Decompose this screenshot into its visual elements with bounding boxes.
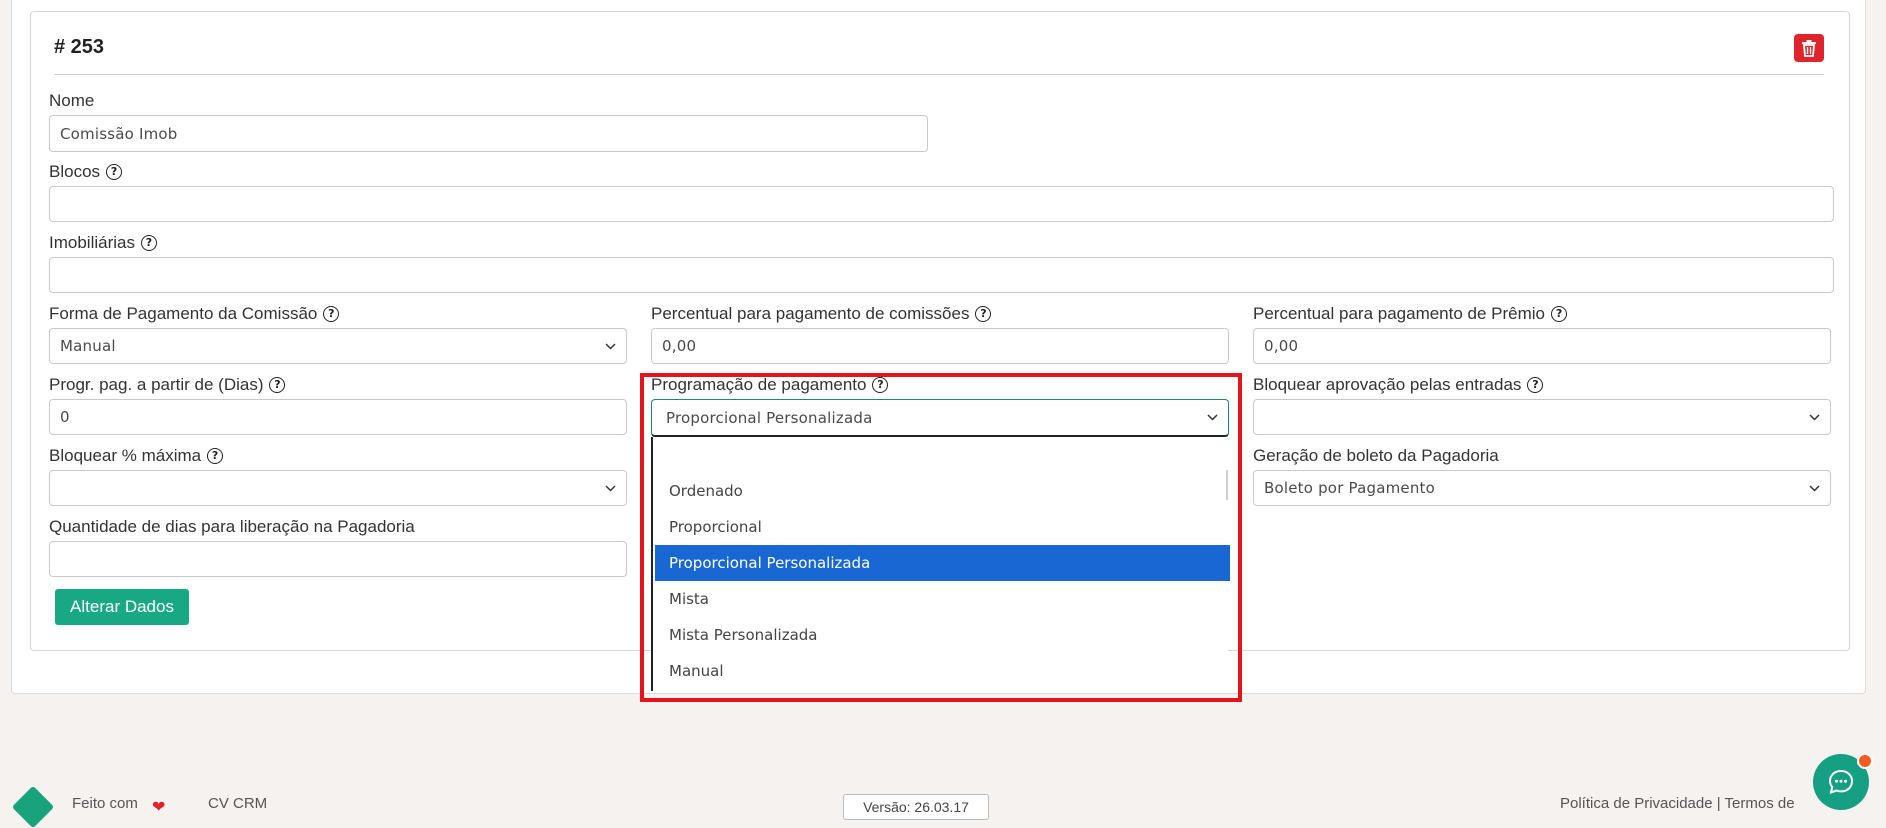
- progr-pag-label: Progr. pag. a partir de (Dias) ?: [49, 375, 286, 395]
- progr-pag-input[interactable]: 0: [49, 399, 627, 435]
- nome-input[interactable]: Comissão Imob: [49, 115, 928, 152]
- percentual-premio-input[interactable]: 0,00: [1253, 328, 1831, 364]
- percentual-premio-label: Percentual para pagamento de Prêmio ?: [1253, 304, 1568, 324]
- option-proporcional-personalizada[interactable]: Proporcional Personalizada: [655, 545, 1230, 581]
- delete-button[interactable]: [1794, 34, 1824, 62]
- qtd-dias-label: Quantidade de dias para liberação na Pag…: [49, 517, 415, 536]
- question-circle-icon[interactable]: ?: [1527, 377, 1544, 393]
- imobiliarias-input[interactable]: [49, 257, 1834, 293]
- imobiliarias-label: Imobiliárias ?: [49, 233, 157, 253]
- footer-made-with: Feito com: [72, 795, 138, 812]
- option-mista[interactable]: Mista: [655, 581, 1230, 617]
- option-manual[interactable]: Manual: [655, 653, 1230, 689]
- footer-links[interactable]: Política de Privacidade | Termos de: [1560, 795, 1795, 812]
- question-circle-icon[interactable]: ?: [872, 377, 889, 393]
- notification-dot: [1857, 753, 1873, 769]
- chevron-down-icon: [1808, 482, 1820, 494]
- chevron-down-icon: [1206, 412, 1218, 424]
- question-circle-icon[interactable]: ?: [140, 235, 157, 251]
- option-proporcional[interactable]: Proporcional: [655, 509, 1230, 545]
- question-circle-icon[interactable]: ?: [975, 306, 992, 322]
- bloquear-maxima-label: Bloquear % máxima ?: [49, 446, 224, 466]
- geracao-boleto-select[interactable]: Boleto por Pagamento: [1253, 470, 1831, 506]
- programacao-pagamento-select[interactable]: Proporcional Personalizada: [651, 399, 1229, 437]
- nome-label: Nome: [49, 91, 95, 110]
- chat-icon: [1828, 769, 1854, 795]
- question-circle-icon[interactable]: ?: [1551, 306, 1568, 322]
- forma-pagamento-select[interactable]: Manual: [49, 328, 627, 364]
- option-empty[interactable]: [655, 437, 1230, 473]
- forma-pagamento-label: Forma de Pagamento da Comissão ?: [49, 304, 340, 324]
- blocos-input[interactable]: [49, 186, 1834, 222]
- bloquear-aprovacao-label: Bloquear aprovação pelas entradas ?: [1253, 375, 1544, 395]
- qtd-dias-input[interactable]: [49, 541, 627, 577]
- alterar-dados-button[interactable]: Alterar Dados: [55, 589, 189, 625]
- percentual-comissoes-input[interactable]: 0,00: [651, 328, 1229, 364]
- question-circle-icon[interactable]: ?: [106, 164, 123, 180]
- percentual-comissoes-label: Percentual para pagamento de comissões ?: [651, 304, 992, 324]
- trash-icon: [1802, 40, 1816, 57]
- programacao-pagamento-label: Programação de pagamento ?: [651, 375, 889, 395]
- option-ordenado[interactable]: Ordenado: [655, 473, 1230, 509]
- divider: [54, 74, 1824, 75]
- options-scrollbar[interactable]: [1226, 470, 1228, 500]
- bloquear-aprovacao-select[interactable]: [1253, 399, 1831, 435]
- version-badge: Versão: 26.03.17: [843, 794, 989, 820]
- logo: [11, 785, 55, 828]
- option-mista-personalizada[interactable]: Mista Personalizada: [655, 617, 1230, 653]
- question-circle-icon[interactable]: ?: [269, 377, 286, 393]
- question-circle-icon[interactable]: ?: [323, 306, 340, 322]
- blocos-label: Blocos ?: [49, 162, 123, 182]
- geracao-boleto-label: Geração de boleto da Pagadoria: [1253, 446, 1499, 465]
- chevron-down-icon: [604, 482, 616, 494]
- bloquear-maxima-select[interactable]: [49, 470, 627, 506]
- question-circle-icon[interactable]: ?: [207, 448, 224, 464]
- chevron-down-icon: [1808, 411, 1820, 423]
- heart-icon: ❤: [152, 799, 166, 816]
- chevron-down-icon: [604, 340, 616, 352]
- footer-brand[interactable]: CV CRM: [208, 795, 267, 812]
- programacao-pagamento-options: Ordenado Proporcional Proporcional Perso…: [651, 437, 1230, 691]
- card-title: # 253: [54, 36, 105, 58]
